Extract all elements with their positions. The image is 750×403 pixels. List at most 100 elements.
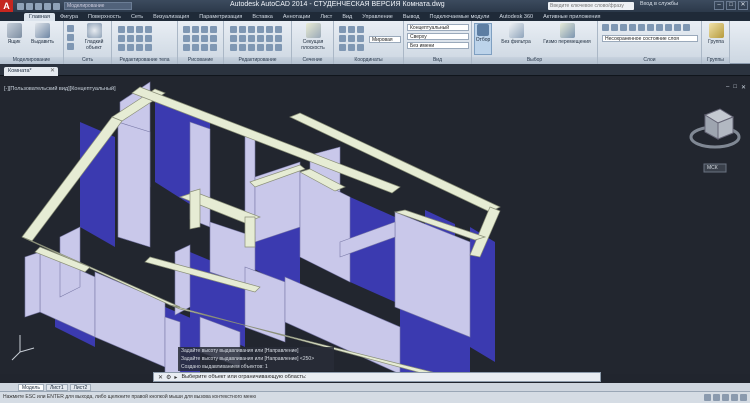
arc-icon[interactable] bbox=[210, 26, 217, 33]
ucs-y-icon[interactable] bbox=[348, 44, 355, 51]
file-tab-close-icon[interactable]: ✕ bbox=[50, 67, 55, 76]
mesh-box-icon[interactable] bbox=[67, 25, 74, 32]
chamfer-edge-icon[interactable] bbox=[136, 44, 143, 51]
tab-mesh[interactable]: Сеть bbox=[126, 13, 148, 21]
no-filter-button[interactable]: Без фильтра bbox=[496, 23, 536, 45]
undo-icon[interactable] bbox=[44, 2, 51, 10]
view-select[interactable]: Сверху bbox=[407, 33, 469, 40]
3d-mirror-icon[interactable] bbox=[248, 44, 255, 51]
intersect-icon[interactable] bbox=[136, 26, 143, 33]
panel-title[interactable]: Координаты bbox=[334, 57, 403, 64]
clean-screen-icon[interactable] bbox=[740, 394, 747, 401]
ucs-icon[interactable] bbox=[339, 26, 346, 33]
rotate-icon[interactable] bbox=[239, 26, 246, 33]
slice-icon[interactable] bbox=[118, 35, 125, 42]
hatch-icon[interactable] bbox=[210, 35, 217, 42]
region-icon[interactable] bbox=[192, 44, 199, 51]
explode-icon[interactable] bbox=[266, 35, 273, 42]
ucs-object-icon[interactable] bbox=[339, 35, 346, 42]
tab-featured-apps[interactable]: Активные приложения bbox=[538, 13, 605, 21]
mirror-icon[interactable] bbox=[266, 26, 273, 33]
tab-layout[interactable]: Лист bbox=[315, 13, 337, 21]
tab-render[interactable]: Визуализация bbox=[148, 13, 194, 21]
workspace-switch-icon[interactable] bbox=[722, 394, 729, 401]
erase-icon[interactable] bbox=[257, 35, 264, 42]
search-input[interactable]: Введите ключевое слово/фразу bbox=[548, 2, 634, 10]
panel-title[interactable]: Редактирование тела bbox=[112, 57, 177, 64]
copy-icon[interactable] bbox=[257, 26, 264, 33]
ucs-select[interactable]: Мировая bbox=[369, 36, 401, 43]
culling-button[interactable]: Отбор bbox=[474, 23, 492, 55]
lock-ui-icon[interactable] bbox=[731, 394, 738, 401]
join-icon[interactable] bbox=[266, 44, 273, 51]
fillet-icon[interactable] bbox=[275, 26, 282, 33]
extract-edges-icon[interactable] bbox=[145, 44, 152, 51]
layer-walk-icon[interactable] bbox=[674, 24, 681, 31]
tab-plugins[interactable]: Подключаемые модули bbox=[424, 13, 494, 21]
offset-icon[interactable] bbox=[275, 35, 282, 42]
tab-solid[interactable]: Фигура bbox=[55, 13, 83, 21]
spline-icon[interactable] bbox=[183, 44, 190, 51]
layer-properties-icon[interactable] bbox=[602, 24, 609, 31]
tab-view[interactable]: Вид bbox=[337, 13, 357, 21]
layer-state-select[interactable]: Несохраненное состояние слоя bbox=[602, 35, 698, 42]
panel-title[interactable]: Редактирование bbox=[224, 57, 291, 64]
panel-title[interactable]: Вид bbox=[404, 57, 471, 64]
smooth-object-button[interactable]: Гладкий объект bbox=[78, 23, 110, 51]
tab-model[interactable]: Модель bbox=[18, 383, 44, 391]
view-cube[interactable] bbox=[689, 108, 741, 149]
polyline-icon[interactable] bbox=[192, 26, 199, 33]
stretch-icon[interactable] bbox=[230, 35, 237, 42]
panel-title[interactable]: Сечение bbox=[292, 57, 333, 64]
close-cmd-icon[interactable]: ✕ bbox=[158, 374, 163, 381]
layer-freeze-icon[interactable] bbox=[638, 24, 645, 31]
drawing-viewport[interactable]: [-][Пользовательский вид][Концептуальный… bbox=[0, 77, 750, 374]
panel-title[interactable]: Выбор bbox=[472, 57, 597, 64]
group-button[interactable]: Группа bbox=[704, 23, 728, 45]
layer-lock-icon[interactable] bbox=[647, 24, 654, 31]
extrude-button[interactable]: Выдавить bbox=[31, 23, 54, 45]
autocad-logo-icon[interactable]: A bbox=[0, 0, 13, 12]
workspace-select[interactable]: Моделирование bbox=[64, 2, 132, 10]
model-space-icon[interactable] bbox=[704, 394, 711, 401]
tab-insert[interactable]: Вставка bbox=[247, 13, 277, 21]
ucs-view-icon[interactable] bbox=[357, 35, 364, 42]
polygon-icon[interactable] bbox=[192, 35, 199, 42]
customize-cmd-icon[interactable]: ⚙ bbox=[166, 374, 171, 381]
annotation-scale-icon[interactable] bbox=[713, 394, 720, 401]
array-icon[interactable] bbox=[248, 35, 255, 42]
move-gizmo-button[interactable]: Гизмо перемещения bbox=[540, 23, 594, 45]
align-icon[interactable] bbox=[230, 44, 237, 51]
tab-parametric[interactable]: Параметризация bbox=[194, 13, 247, 21]
panel-title[interactable]: Рисование bbox=[178, 57, 223, 64]
viewport-minimize-icon[interactable]: – bbox=[726, 84, 729, 91]
3d-rotate-icon[interactable] bbox=[239, 44, 246, 51]
command-input[interactable]: Выберите объект или ограничивающую облас… bbox=[181, 374, 600, 380]
panel-title[interactable]: Группы bbox=[702, 57, 729, 64]
tab-home[interactable]: Главная bbox=[24, 13, 55, 21]
tab-surface[interactable]: Поверхность bbox=[83, 13, 126, 21]
minimize-button[interactable]: – bbox=[714, 1, 724, 10]
tab-manage[interactable]: Управление bbox=[357, 13, 398, 21]
ucs-z-icon[interactable] bbox=[357, 44, 364, 51]
ucs-face-icon[interactable] bbox=[348, 35, 355, 42]
mesh-refine-icon[interactable] bbox=[67, 43, 74, 50]
panel-title[interactable]: Слои bbox=[598, 57, 701, 64]
tab-autodesk360[interactable]: Autodesk 360 bbox=[494, 13, 538, 21]
panel-title[interactable]: Моделирование bbox=[0, 57, 63, 64]
section-plane-button[interactable]: Секущая плоскость bbox=[296, 23, 330, 51]
redo-icon[interactable] bbox=[53, 2, 60, 10]
thicken-icon[interactable] bbox=[127, 35, 134, 42]
point-icon[interactable] bbox=[210, 44, 217, 51]
break-icon[interactable] bbox=[275, 44, 282, 51]
scale-icon[interactable] bbox=[239, 35, 246, 42]
visual-style-select[interactable]: Концептуальный bbox=[407, 24, 469, 31]
ucs-x-icon[interactable] bbox=[339, 44, 346, 51]
box-button[interactable]: Ящик bbox=[3, 23, 25, 45]
maximize-button[interactable]: □ bbox=[726, 1, 736, 10]
tab-output[interactable]: Вывод bbox=[398, 13, 425, 21]
layer-match-icon[interactable] bbox=[656, 24, 663, 31]
interfere-icon[interactable] bbox=[145, 26, 152, 33]
line-icon[interactable] bbox=[183, 26, 190, 33]
panel-title[interactable]: Сеть bbox=[64, 57, 111, 64]
